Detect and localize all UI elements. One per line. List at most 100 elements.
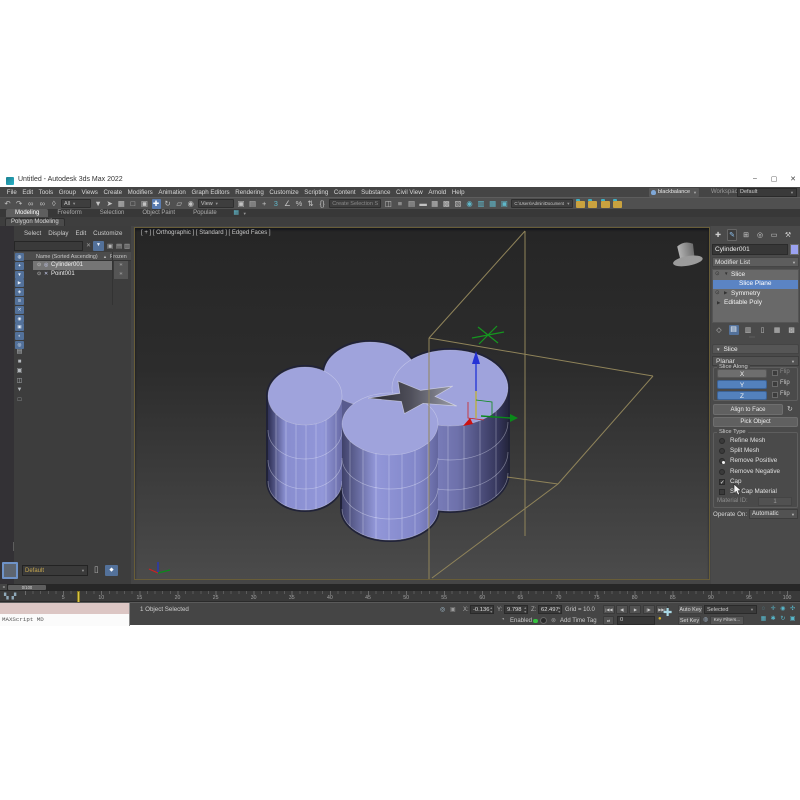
viewport-nav-icon[interactable]: ↻ bbox=[778, 615, 787, 624]
ribbon-tab[interactable]: Selection bbox=[91, 209, 134, 217]
toolbar-icon[interactable]: ↶ bbox=[3, 199, 12, 209]
display-toggle-icon[interactable]: ◍ bbox=[15, 253, 24, 261]
isolate-selection-icon[interactable]: ◎ bbox=[440, 606, 445, 613]
radio-button[interactable] bbox=[719, 448, 725, 454]
point-helper[interactable] bbox=[472, 326, 504, 344]
set-key-button[interactable]: Set Key bbox=[678, 616, 701, 625]
slice-axis-button[interactable]: Z bbox=[717, 391, 767, 401]
folder-icon[interactable] bbox=[601, 201, 610, 208]
go-to-start-button[interactable]: ⇄ bbox=[603, 616, 614, 625]
stack-tool-icon[interactable]: ▥ bbox=[743, 326, 753, 334]
time-slider-handle[interactable]: 0/100 bbox=[8, 585, 46, 590]
toolbar-icon[interactable]: ▥ bbox=[477, 199, 486, 209]
material-id-spinner[interactable]: 1 bbox=[758, 497, 792, 506]
key-filters-button[interactable]: Key Filters... bbox=[710, 616, 744, 625]
ribbon-tab[interactable]: Object Paint bbox=[133, 209, 184, 217]
z-coordinate-field[interactable]: 62.497▲▼ bbox=[538, 605, 562, 614]
stack-tool-icon[interactable]: ▩ bbox=[787, 326, 797, 334]
ribbon-tab[interactable]: Populate bbox=[184, 209, 226, 217]
toolbar-icon[interactable]: ∞ bbox=[26, 199, 35, 209]
maxscript-listener-field[interactable]: MAXScript MD bbox=[0, 614, 130, 626]
toolbar-icon[interactable]: ∠ bbox=[283, 199, 292, 209]
mini-curve-icon[interactable]: ▞ bbox=[12, 593, 17, 600]
selection-set-field[interactable]: Create Selection Set bbox=[329, 199, 381, 208]
explorer-menu-item[interactable]: Edit bbox=[76, 230, 87, 237]
display-tab-icon[interactable]: ▭ bbox=[769, 231, 779, 239]
viewport-nav-icon[interactable]: ▦ bbox=[759, 615, 768, 624]
stack-tool-icon[interactable]: ◇ bbox=[714, 326, 724, 334]
checkbox[interactable] bbox=[719, 489, 725, 495]
trash-icon[interactable]: ▯ bbox=[94, 564, 99, 575]
menu-item[interactable]: Modifiers bbox=[125, 189, 156, 196]
menu-item[interactable]: Arnold bbox=[426, 189, 449, 196]
checkbox[interactable]: ✓ bbox=[719, 479, 725, 485]
viewport-nav-icon[interactable]: ◉ bbox=[778, 605, 787, 614]
explorer-tool-icon[interactable]: ▼ bbox=[15, 386, 24, 394]
scene-object-row[interactable]: ⊙◎Cylinder001∗ bbox=[14, 261, 131, 270]
toolbar-icon[interactable]: ◉ bbox=[465, 199, 474, 209]
radio-button[interactable] bbox=[719, 438, 725, 444]
stack-tool-icon[interactable]: ▦ bbox=[772, 326, 782, 334]
lock-icon[interactable]: ▣ bbox=[107, 242, 113, 250]
explorer-menu-item[interactable]: Customize bbox=[93, 230, 122, 237]
menu-item[interactable]: Content bbox=[331, 189, 358, 196]
polygon-modeling-tab[interactable]: Polygon Modeling bbox=[5, 218, 65, 226]
menu-item[interactable]: Group bbox=[56, 189, 79, 196]
explorer-tool-icon[interactable]: □ bbox=[15, 396, 24, 404]
workspace-selector[interactable]: Default▼ bbox=[737, 188, 797, 197]
color-swatch[interactable] bbox=[2, 562, 18, 579]
toolbar-icon[interactable]: ≡ bbox=[395, 199, 404, 209]
track-bar[interactable]: ▚▞ 5101520253035404550556065707580859095… bbox=[0, 590, 800, 602]
welcome-icon[interactable]: ◔ bbox=[501, 617, 505, 623]
macro-recorder-field[interactable] bbox=[0, 603, 130, 614]
menu-item[interactable]: Scripting bbox=[301, 189, 331, 196]
align-to-face-button[interactable]: Align to Face bbox=[713, 404, 783, 415]
create-tab-icon[interactable]: ✚ bbox=[713, 231, 723, 239]
modifier-stack-row[interactable]: ⊙▶Symmetry bbox=[713, 289, 798, 299]
menu-item[interactable]: Create bbox=[101, 189, 125, 196]
minimize-button[interactable]: – bbox=[750, 175, 760, 183]
toolbar-icon[interactable]: ▤ bbox=[407, 199, 416, 209]
explorer-search-input[interactable] bbox=[14, 241, 83, 251]
toolbar-icon[interactable]: ⇅ bbox=[306, 199, 315, 209]
flip-checkbox[interactable] bbox=[772, 392, 778, 398]
toolbar-icon[interactable]: ▧ bbox=[453, 199, 462, 209]
explorer-tool-icon[interactable]: ■ bbox=[15, 358, 24, 366]
slice-axis-button[interactable]: X bbox=[717, 369, 767, 379]
selection-filter-dropdown[interactable]: All▼ bbox=[61, 199, 91, 208]
ribbon-tab[interactable]: Freeform bbox=[48, 209, 90, 217]
viewport-nav-icon[interactable]: ✣ bbox=[788, 605, 797, 614]
selection-lock-icon[interactable]: ▣ bbox=[450, 606, 456, 613]
toolbar-icon[interactable]: ∞ bbox=[38, 199, 47, 209]
playback-button[interactable]: |◀◀ bbox=[603, 605, 615, 614]
display-toggle-icon[interactable]: ◉ bbox=[15, 315, 24, 323]
explorer-sheet-icon[interactable]: ▤ bbox=[116, 242, 122, 250]
x-coordinate-field[interactable]: -0.136▲▼ bbox=[470, 605, 494, 614]
viewport[interactable]: [ + ] [ Orthographic ] [ Standard ] [ Ed… bbox=[134, 227, 710, 580]
pin-icon[interactable]: ◆ bbox=[105, 565, 118, 576]
modifier-list-dropdown[interactable]: Modifier List▼ bbox=[712, 257, 799, 267]
auto-key-button[interactable]: Auto Key bbox=[678, 605, 703, 614]
menu-item[interactable]: Tools bbox=[36, 189, 56, 196]
object-3d[interactable] bbox=[268, 342, 508, 540]
close-button[interactable]: ✕ bbox=[788, 175, 798, 183]
viewcube-hat-icon[interactable] bbox=[670, 240, 704, 268]
viewport-nav-icon[interactable]: ◌ bbox=[759, 605, 768, 614]
mini-trackbar-icon[interactable]: ▚ bbox=[4, 593, 9, 600]
filter-funnel-icon[interactable]: ▼ bbox=[93, 241, 104, 251]
stack-tool-icon[interactable]: ▯ bbox=[758, 326, 768, 334]
user-account-menu[interactable]: blackbalance ▼ bbox=[649, 188, 699, 197]
menu-item[interactable]: Civil View bbox=[393, 189, 425, 196]
toolbar-icon[interactable]: + bbox=[260, 199, 269, 209]
project-path-dropdown[interactable]: C:\Users\Admin\Documents\3ds Max 2022▼ bbox=[511, 199, 573, 208]
radio-button[interactable] bbox=[719, 469, 725, 475]
slice-axis-button[interactable]: Y bbox=[717, 380, 767, 390]
toolbar-icon[interactable]: ▣ bbox=[500, 199, 509, 209]
add-workspace-icon[interactable]: ✚ bbox=[663, 606, 672, 619]
menu-item[interactable]: Rendering bbox=[232, 189, 266, 196]
toolbar-icon[interactable]: ▤ bbox=[248, 199, 257, 209]
viewport-nav-icon[interactable]: ▣ bbox=[788, 615, 797, 624]
explorer-column-header[interactable]: Name (Sorted Ascending) ▲ Frozen bbox=[14, 252, 131, 261]
y-coordinate-field[interactable]: 9.798▲▼ bbox=[504, 605, 528, 614]
toolbar-icon[interactable]: ▦ bbox=[488, 199, 497, 209]
